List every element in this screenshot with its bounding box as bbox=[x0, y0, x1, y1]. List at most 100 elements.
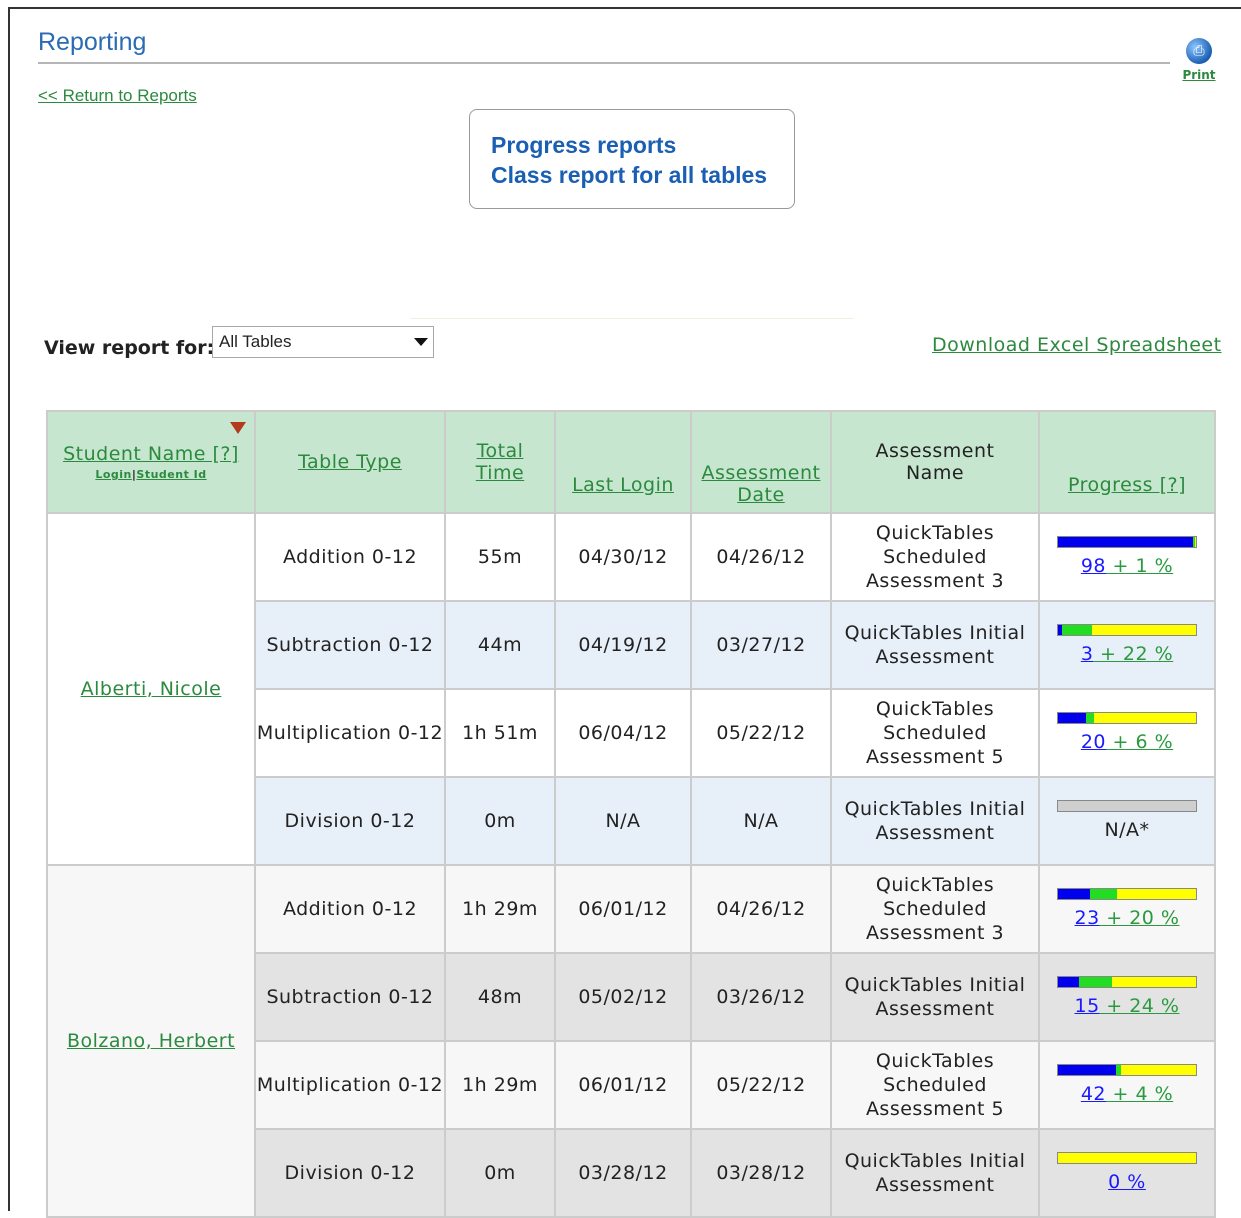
assessment-name-cell: QuickTables Scheduled Assessment 5 bbox=[830, 1040, 1040, 1130]
select-value[interactable]: All Tables bbox=[219, 332, 291, 351]
report-box-line2: Class report for all tables bbox=[491, 162, 768, 188]
progress-mastered-pct[interactable]: 98 bbox=[1081, 555, 1106, 577]
last-login-cell: 06/01/12 bbox=[554, 1040, 692, 1130]
assessment-name-line1: Assessment bbox=[875, 440, 995, 462]
progress-bar bbox=[1057, 800, 1197, 812]
download-excel-link[interactable]: Download Excel Spreadsheet bbox=[932, 334, 1222, 356]
progress-improved-pct[interactable]: + 20 % bbox=[1100, 907, 1180, 929]
progress-cell: 3 + 22 % bbox=[1038, 600, 1216, 690]
progress-improved-pct[interactable]: + 24 % bbox=[1100, 995, 1180, 1017]
total-time-cell: 55m bbox=[444, 512, 556, 602]
print-button[interactable]: ⎙ Print bbox=[1180, 38, 1218, 83]
progress-mastered-pct[interactable]: 3 bbox=[1081, 643, 1094, 665]
sort-progress-link[interactable]: Progress [?] bbox=[1068, 474, 1186, 496]
student-name-link[interactable]: Alberti, Nicole bbox=[81, 678, 222, 700]
col-assessment-name: Assessment Name bbox=[830, 410, 1040, 514]
progress-mastered-fill bbox=[1058, 537, 1194, 547]
header-row: Student Name [?] Login|Student Id Table … bbox=[46, 410, 1216, 514]
progress-link[interactable]: 98 + 1 % bbox=[1081, 555, 1173, 577]
progress-improved-fill bbox=[1078, 977, 1112, 987]
title-divider bbox=[38, 62, 1170, 64]
sort-desc-icon[interactable] bbox=[230, 422, 246, 434]
progress-improved-pct[interactable]: + 1 % bbox=[1106, 555, 1173, 577]
total-time-line1[interactable]: Total bbox=[477, 440, 524, 462]
last-login-cell: 04/30/12 bbox=[554, 512, 692, 602]
total-time-cell: 1h 29m bbox=[444, 864, 556, 954]
chevron-down-icon[interactable] bbox=[414, 338, 428, 346]
progress-improved-fill bbox=[1062, 625, 1093, 635]
progress-bar bbox=[1057, 536, 1197, 548]
table-type-cell: Division 0-12 bbox=[254, 776, 446, 866]
sort-total-time-link[interactable]: Total Time bbox=[476, 440, 525, 484]
last-login-cell: N/A bbox=[554, 776, 692, 866]
progress-improved-pct[interactable]: + 4 % bbox=[1106, 1083, 1173, 1105]
sort-student-name-link[interactable]: Student Name [?] bbox=[63, 443, 239, 465]
table-row: Bolzano, Herbert Addition 0-12 1h 29m 06/01… bbox=[46, 864, 1216, 1218]
sort-student-id-link[interactable]: Student Id bbox=[136, 468, 206, 481]
total-time-cell: 48m bbox=[444, 952, 556, 1042]
return-to-reports-link[interactable]: << Return to Reports bbox=[38, 86, 197, 106]
progress-mastered-pct[interactable]: 0 % bbox=[1108, 1171, 1146, 1193]
progress-link[interactable]: 42 + 4 % bbox=[1081, 1083, 1173, 1105]
table-type-cell: Subtraction 0-12 bbox=[254, 952, 446, 1042]
assessment-date-cell: 05/22/12 bbox=[690, 688, 832, 778]
total-time-cell: 0m bbox=[444, 1128, 556, 1218]
progress-improved-fill bbox=[1115, 1065, 1122, 1075]
col-total-time: Total Time bbox=[444, 410, 556, 514]
table-type-cell: Multiplication 0-12 bbox=[254, 1040, 446, 1130]
sort-last-login-link[interactable]: Last Login bbox=[572, 474, 674, 496]
assessment-name-cell: QuickTables Scheduled Assessment 5 bbox=[830, 688, 1040, 778]
progress-cell: 15 + 24 % bbox=[1038, 952, 1216, 1042]
report-box-line1: Progress reports bbox=[491, 132, 677, 158]
last-login-cell: 06/01/12 bbox=[554, 864, 692, 954]
progress-link[interactable]: 3 + 22 % bbox=[1081, 643, 1173, 665]
divider-line bbox=[410, 318, 854, 319]
last-login-cell: 05/02/12 bbox=[554, 952, 692, 1042]
progress-mastered-pct[interactable]: 20 bbox=[1081, 731, 1106, 753]
assessment-name-cell: QuickTables Initial Assessment bbox=[830, 600, 1040, 690]
progress-improved-pct[interactable]: + 6 % bbox=[1106, 731, 1173, 753]
progress-mastered-pct[interactable]: 23 bbox=[1075, 907, 1100, 929]
col-progress: Progress [?] bbox=[1038, 410, 1216, 514]
col-assessment-date: Assessment Date bbox=[690, 410, 832, 514]
progress-link[interactable]: 15 + 24 % bbox=[1075, 995, 1180, 1017]
table-filter-select[interactable]: All Tables bbox=[212, 326, 434, 358]
table-body: Alberti, Nicole Addition 0-12 55m 04/30/12 0… bbox=[46, 512, 1216, 1218]
view-report-label: View report for: bbox=[44, 337, 215, 359]
assessment-date-line1[interactable]: Assessment bbox=[702, 462, 821, 484]
total-time-line2[interactable]: Time bbox=[476, 462, 525, 484]
progress-cell: 23 + 20 % bbox=[1038, 864, 1216, 954]
progress-link[interactable]: 20 + 6 % bbox=[1081, 731, 1173, 753]
progress-link[interactable]: 23 + 20 % bbox=[1075, 907, 1180, 929]
progress-bar bbox=[1057, 1064, 1197, 1076]
progress-mastered-fill bbox=[1058, 889, 1090, 899]
progress-bar bbox=[1057, 1152, 1197, 1164]
progress-cell: 98 + 1 % bbox=[1038, 512, 1216, 602]
table-type-cell: Multiplication 0-12 bbox=[254, 688, 446, 778]
assessment-date-line2[interactable]: Date bbox=[737, 484, 784, 506]
sort-table-type-link[interactable]: Table Type bbox=[298, 451, 402, 473]
total-time-cell: 1h 29m bbox=[444, 1040, 556, 1130]
sort-assessment-date-link[interactable]: Assessment Date bbox=[702, 462, 821, 506]
progress-mastered-pct[interactable]: 42 bbox=[1081, 1083, 1106, 1105]
student-name-link[interactable]: Bolzano, Herbert bbox=[67, 1030, 235, 1052]
progress-improved-pct[interactable]: + 22 % bbox=[1093, 643, 1173, 665]
progress-improved-fill bbox=[1085, 713, 1094, 723]
col-table-type: Table Type bbox=[254, 410, 446, 514]
table-type-cell: Addition 0-12 bbox=[254, 512, 446, 602]
total-time-cell: 1h 51m bbox=[444, 688, 556, 778]
report-title-box: Progress reports Class report for all ta… bbox=[469, 109, 795, 209]
assessment-date-cell: 04/26/12 bbox=[690, 512, 832, 602]
progress-cell: N/A* bbox=[1038, 776, 1216, 866]
progress-mastered-pct[interactable]: 15 bbox=[1075, 995, 1100, 1017]
progress-cell: 42 + 4 % bbox=[1038, 1040, 1216, 1130]
table-row: Alberti, Nicole Addition 0-12 55m 04/30/12 0… bbox=[46, 512, 1216, 866]
printer-icon[interactable]: ⎙ bbox=[1186, 38, 1212, 64]
progress-bar bbox=[1057, 712, 1197, 724]
print-label[interactable]: Print bbox=[1182, 68, 1215, 82]
assessment-date-cell: 05/22/12 bbox=[690, 1040, 832, 1130]
progress-link[interactable]: 0 % bbox=[1108, 1171, 1146, 1193]
sort-login-link[interactable]: Login bbox=[95, 468, 132, 481]
col-student-name: Student Name [?] Login|Student Id bbox=[46, 410, 256, 514]
assessment-name-cell: QuickTables Initial Assessment bbox=[830, 952, 1040, 1042]
